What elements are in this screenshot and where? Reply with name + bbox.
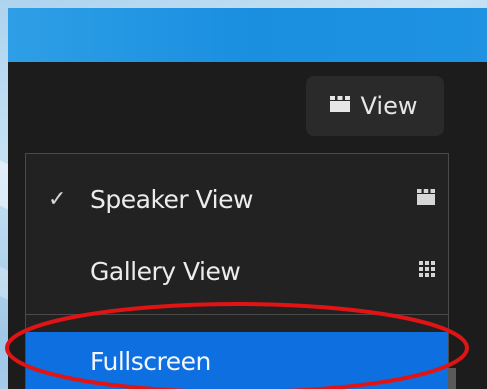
menu-item-fullscreen[interactable]: Fullscreen xyxy=(26,332,448,389)
menu-item-label: Gallery View xyxy=(90,256,241,286)
menu-item-gallery-view[interactable]: Gallery View xyxy=(26,240,448,302)
menu-item-label: Speaker View xyxy=(90,184,253,214)
gallery-view-icon xyxy=(418,260,436,282)
meeting-window: View ✓ Speaker View Gallery View Fullscr… xyxy=(8,8,487,389)
view-button[interactable]: View xyxy=(306,76,444,136)
view-dropdown-menu: ✓ Speaker View Gallery View Fullscreen xyxy=(25,153,449,389)
menu-divider xyxy=(26,314,448,315)
window-titlebar xyxy=(8,8,487,62)
scrollbar[interactable] xyxy=(448,368,456,389)
speaker-view-icon xyxy=(329,95,351,117)
menu-item-speaker-view[interactable]: ✓ Speaker View xyxy=(26,168,448,230)
speaker-view-icon xyxy=(416,188,436,210)
view-button-label: View xyxy=(360,92,418,120)
menu-item-label: Fullscreen xyxy=(90,346,211,376)
checkmark-icon: ✓ xyxy=(48,186,67,212)
